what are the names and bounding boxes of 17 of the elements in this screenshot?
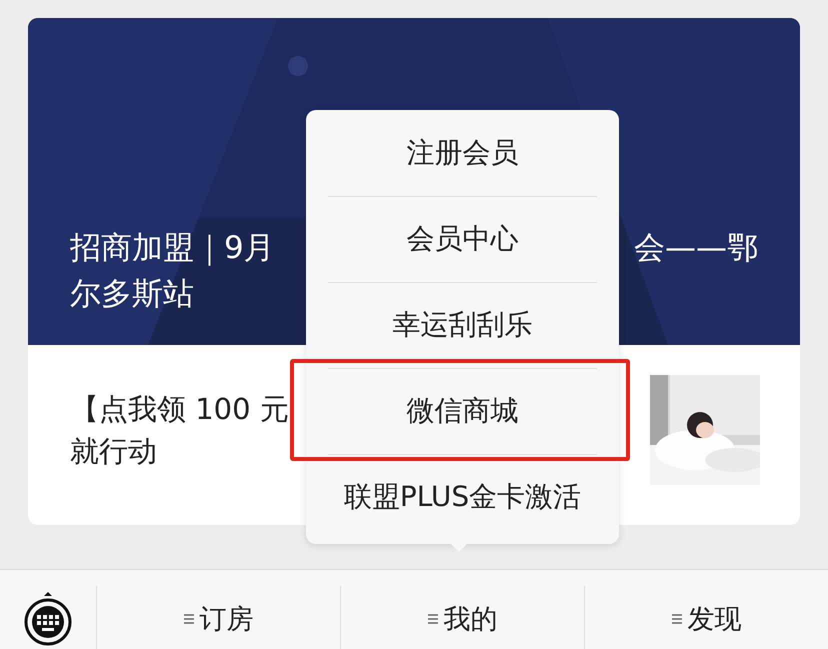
menu-icon (672, 613, 682, 625)
article-title[interactable]: 会——鄂 (634, 228, 758, 268)
keyboard-icon[interactable] (22, 590, 74, 646)
menu-icon (184, 613, 194, 625)
promo-title[interactable]: 就行动 (70, 430, 289, 472)
menu-tab[interactable]: 订房 (96, 586, 340, 649)
article-title[interactable]: 招商加盟｜9月 (70, 228, 275, 268)
article-title[interactable]: 尔多斯站 (70, 274, 194, 314)
menu-item[interactable]: 幸运刮刮乐 (386, 306, 538, 344)
menu-item[interactable]: 联盟PLUS金卡激活 (338, 478, 588, 516)
menu-icon (428, 613, 438, 625)
menu-item[interactable]: 注册会员 (400, 134, 524, 172)
promo-title[interactable]: 【点我领 100 元 (70, 388, 289, 430)
menu-tab[interactable]: 我的 (340, 586, 584, 649)
menu-tab[interactable]: 发现 (584, 586, 828, 649)
menu-item[interactable]: 会员中心 (400, 220, 524, 258)
menu-item[interactable]: 微信商城 (400, 392, 524, 430)
